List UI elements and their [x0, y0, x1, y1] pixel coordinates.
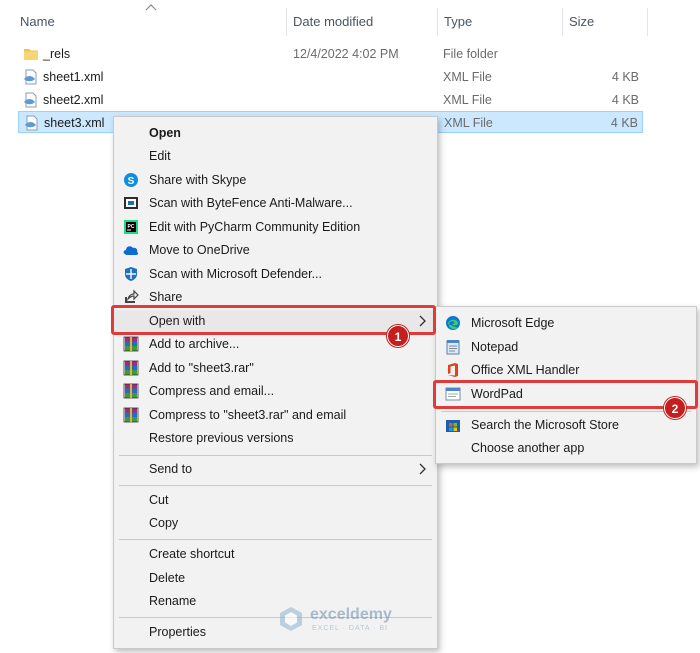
menu-item-edit-pycharm[interactable]: PC Edit with PyCharm Community Edition	[114, 216, 437, 239]
menu-separator	[119, 485, 432, 486]
file-type: XML File	[443, 70, 492, 84]
column-divider[interactable]	[647, 8, 648, 36]
file-name: sheet1.xml	[43, 70, 104, 84]
highlight-wordpad	[433, 380, 698, 409]
edge-icon	[446, 316, 460, 330]
menu-item-scan-bytefence[interactable]: Scan with ByteFence Anti-Malware...	[114, 192, 437, 215]
column-divider[interactable]	[562, 8, 563, 36]
winrar-icon	[123, 407, 139, 423]
column-size[interactable]: Size	[569, 14, 594, 29]
watermark-subtitle: EXCEL · DATA · BI	[312, 625, 388, 632]
file-name: sheet3.xml	[44, 116, 105, 130]
menu-item-add-rar[interactable]: Add to "sheet3.rar"	[114, 357, 437, 380]
submenu-item-office-xml[interactable]: Office XML Handler	[436, 359, 696, 382]
file-row-sheet1[interactable]: sheet1.xml XML File 4 KB	[18, 66, 643, 88]
xml-file-icon	[24, 69, 37, 85]
submenu-item-edge[interactable]: Microsoft Edge	[436, 312, 696, 335]
submenu-item-notepad[interactable]: Notepad	[436, 336, 696, 359]
exceldemy-logo-icon	[280, 607, 302, 631]
xml-file-icon	[24, 92, 37, 108]
file-name: sheet2.xml	[43, 93, 104, 107]
context-menu: Open Edit S Share with Skype Scan with B…	[113, 116, 438, 649]
xml-file-icon	[25, 115, 38, 131]
bytefence-icon	[124, 197, 138, 209]
winrar-icon	[123, 360, 139, 376]
menu-item-cut[interactable]: Cut	[114, 489, 437, 512]
menu-item-send-to[interactable]: Send to	[114, 458, 437, 481]
file-size: 4 KB	[611, 70, 639, 84]
menu-item-restore-versions[interactable]: Restore previous versions	[114, 427, 437, 450]
submenu-item-choose-app[interactable]: Choose another app	[436, 437, 696, 460]
chevron-right-icon	[419, 463, 426, 475]
pycharm-icon: PC	[124, 220, 138, 234]
file-date: 12/4/2022 4:02 PM	[293, 47, 399, 61]
file-row-rels[interactable]: _rels 12/4/2022 4:02 PM File folder	[18, 43, 643, 65]
svg-text:S: S	[128, 176, 135, 187]
winrar-icon	[123, 336, 139, 352]
step-badge-1: 1	[387, 325, 409, 347]
menu-item-compress-rar-email[interactable]: Compress to "sheet3.rar" and email	[114, 404, 437, 427]
file-size: 4 KB	[611, 93, 639, 107]
file-name: _rels	[43, 47, 71, 61]
step-badge-2: 2	[664, 397, 686, 419]
menu-separator	[119, 455, 432, 456]
submenu-item-store[interactable]: Search the Microsoft Store	[436, 414, 696, 437]
watermark: exceldemy EXCEL · DATA · BI	[278, 604, 428, 638]
skype-icon: S	[124, 173, 138, 187]
onedrive-icon	[123, 246, 139, 255]
office-icon	[448, 363, 458, 377]
menu-item-compress-email[interactable]: Compress and email...	[114, 380, 437, 403]
notepad-icon	[446, 340, 460, 355]
watermark-title: exceldemy	[310, 606, 392, 623]
file-row-sheet2[interactable]: sheet2.xml XML File 4 KB	[18, 89, 643, 111]
menu-item-move-onedrive[interactable]: Move to OneDrive	[114, 239, 437, 262]
menu-item-create-shortcut[interactable]: Create shortcut	[114, 543, 437, 566]
column-type[interactable]: Type	[444, 14, 472, 29]
file-type: XML File	[444, 116, 493, 130]
defender-shield-icon	[125, 267, 137, 281]
folder-icon	[24, 49, 38, 60]
column-date-modified[interactable]: Date modified	[293, 14, 373, 29]
share-icon	[125, 289, 139, 303]
menu-separator	[441, 411, 691, 412]
microsoft-store-icon	[446, 420, 460, 432]
menu-item-open[interactable]: Open	[114, 122, 437, 145]
file-size: 4 KB	[610, 116, 638, 130]
column-divider[interactable]	[286, 8, 287, 36]
menu-item-delete[interactable]: Delete	[114, 567, 437, 590]
menu-item-edit[interactable]: Edit	[114, 145, 437, 168]
file-type: File folder	[443, 47, 498, 61]
menu-item-copy[interactable]: Copy	[114, 512, 437, 535]
svg-text:PC: PC	[128, 224, 135, 230]
column-name[interactable]: Name	[20, 14, 55, 29]
menu-item-share-skype[interactable]: S Share with Skype	[114, 169, 437, 192]
sort-ascending-icon	[145, 4, 157, 11]
column-header: Name Date modified Type Size	[0, 0, 700, 40]
winrar-icon	[123, 383, 139, 399]
menu-separator	[119, 539, 432, 540]
file-type: XML File	[443, 93, 492, 107]
column-divider[interactable]	[437, 8, 438, 36]
menu-item-scan-defender[interactable]: Scan with Microsoft Defender...	[114, 263, 437, 286]
